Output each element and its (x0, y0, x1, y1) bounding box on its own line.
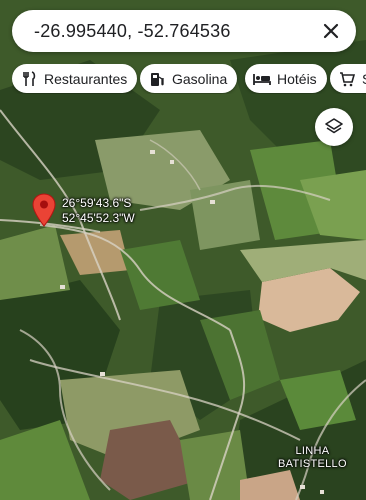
chip-restaurants[interactable]: Restaurantes (12, 64, 138, 93)
location-pin-icon[interactable] (32, 193, 56, 227)
hotel-icon (253, 70, 271, 88)
chip-shopping[interactable]: S (330, 64, 366, 93)
place-label-line2: BATISTELLO (278, 458, 347, 470)
chip-label: Hotéis (277, 70, 317, 87)
shopping-cart-icon (338, 70, 356, 88)
close-icon (323, 23, 339, 39)
place-label-line1: LINHA (295, 445, 330, 457)
pin-coordinates-label: 26°59'43.6"S 52°45'52.3"W (62, 196, 135, 226)
chip-label: S (362, 71, 366, 87)
chip-gas[interactable]: Gasolina (140, 64, 238, 93)
restaurant-icon (20, 70, 38, 88)
chip-label: Restaurantes (44, 70, 128, 87)
category-chips: Restaurantes Gasolina Hotéis (12, 64, 366, 94)
search-query[interactable]: -26.995440, -52.764536 (34, 21, 231, 42)
chip-hotels[interactable]: Hotéis (245, 64, 327, 93)
chip-label: Gasolina (172, 70, 228, 87)
layers-button[interactable] (315, 108, 353, 146)
longitude-label: 52°45'52.3"W (62, 211, 135, 225)
close-button[interactable] (316, 16, 346, 46)
layers-icon (325, 118, 343, 134)
place-label[interactable]: LINHA BATISTELLO (278, 445, 347, 471)
latitude-label: 26°59'43.6"S (62, 196, 132, 210)
gas-station-icon (148, 70, 166, 88)
search-bar[interactable]: -26.995440, -52.764536 (12, 10, 356, 52)
